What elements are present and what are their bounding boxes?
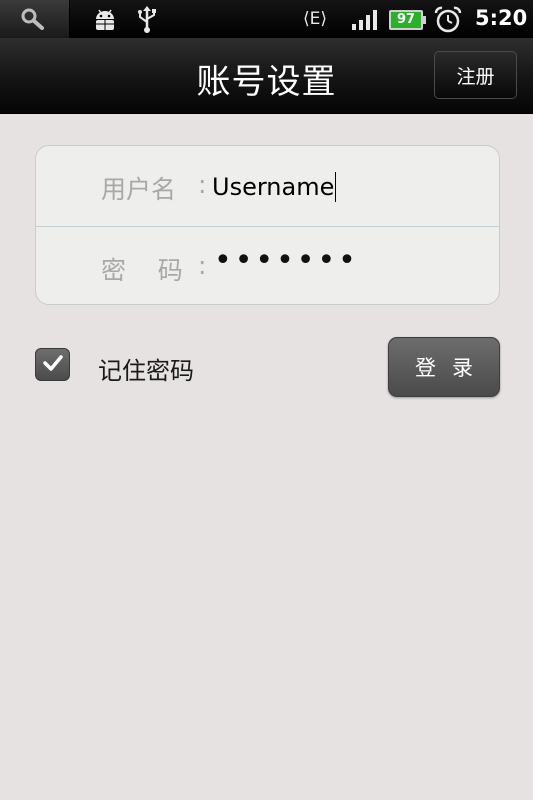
password-label: 密 码 [101, 256, 183, 285]
title-bar: 账号设置 注册 [0, 38, 533, 114]
login-form: 用户名 : Username 密 码 : ••••••• [35, 145, 500, 305]
signal-icon [351, 9, 379, 35]
username-input[interactable]: Username [212, 172, 337, 202]
password-colon: : [198, 251, 207, 280]
status-time: 5:20 [475, 6, 528, 30]
battery-level: 97 [396, 12, 416, 27]
remember-password-label[interactable]: 记住密码 [98, 351, 194, 386]
edge-network-icon: ⟨E⟩ [303, 9, 328, 29]
battery-icon: 97 [389, 10, 426, 30]
search-icon [20, 8, 46, 34]
login-button[interactable]: 登录 [388, 337, 500, 397]
username-text: Username [212, 173, 335, 201]
alarm-icon [433, 5, 463, 39]
remember-password-checkbox[interactable] [35, 348, 70, 381]
username-field[interactable]: 用户名 : Username [36, 146, 499, 226]
password-field[interactable]: 密 码 : ••••••• [36, 226, 499, 304]
username-colon: : [198, 170, 207, 199]
android-debug-icon [92, 7, 118, 37]
register-button[interactable]: 注册 [434, 51, 517, 99]
usb-icon [136, 6, 158, 38]
network-type: E [309, 9, 321, 29]
status-bar: ⟨E⟩ 97 5:20 [0, 0, 533, 38]
checkmark-icon [42, 354, 64, 376]
username-label: 用户名 [101, 175, 177, 204]
password-input[interactable]: ••••••• [214, 243, 359, 278]
text-cursor [335, 172, 337, 202]
